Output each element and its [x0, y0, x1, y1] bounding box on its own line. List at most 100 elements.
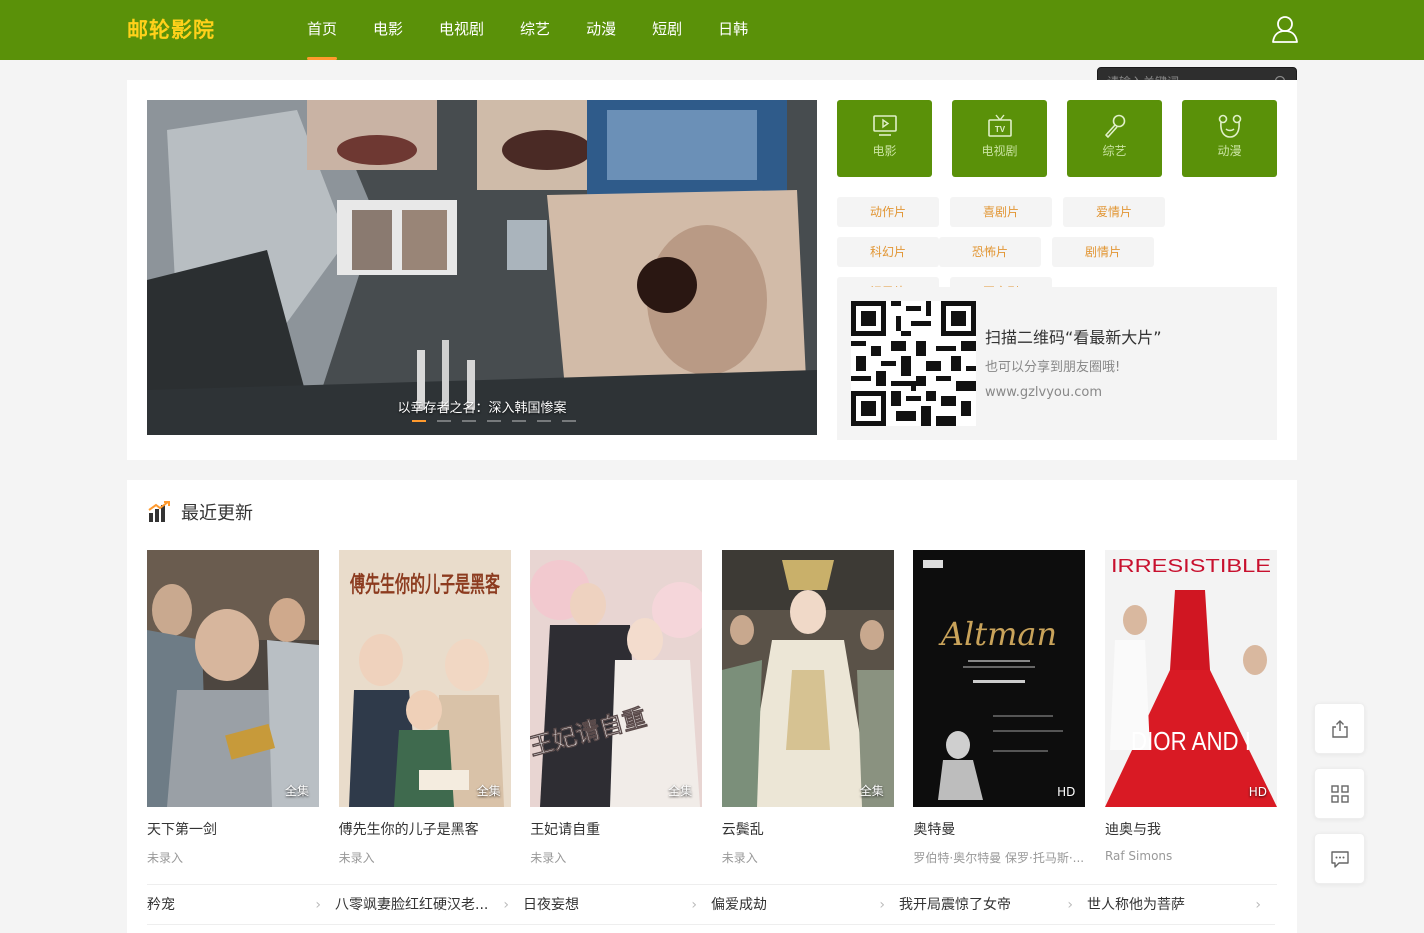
- banner-dot[interactable]: [512, 420, 526, 422]
- quality-badge: HD: [1248, 785, 1267, 799]
- qr-subtitle: 也可以分享到朋友圈哦!: [985, 360, 1121, 375]
- category-label: 动漫: [1217, 144, 1242, 158]
- movie-card: 全集 天下第一剑 未录入: [147, 550, 319, 866]
- quality-badge: 全集: [476, 784, 501, 798]
- hero-banner[interactable]: 以幸存者之名：深入韩国惨案: [147, 100, 817, 435]
- movie-card: Altman HD 奥特曼 罗伯特·奥尔特曼 保罗·托马斯·...: [913, 550, 1086, 866]
- banner-image: [147, 100, 817, 435]
- poster-image: [721, 550, 894, 807]
- chevron-right-icon: ›: [315, 897, 321, 913]
- movie-title[interactable]: 天下第一剑: [147, 819, 319, 839]
- movie-title[interactable]: 奥特曼: [913, 819, 1085, 839]
- movie-poster[interactable]: 王妃请自重 全集: [530, 550, 703, 807]
- chat-icon: [1331, 851, 1349, 868]
- category-movies[interactable]: 电影: [837, 100, 932, 177]
- qr-grid-icon: [1331, 785, 1349, 803]
- category-tv[interactable]: TV 电视剧: [952, 100, 1047, 177]
- feedback-button[interactable]: [1314, 833, 1365, 884]
- top-header: 邮轮影院 首页 电影 电视剧 综艺 动漫 短剧 日韩: [0, 0, 1424, 60]
- genre-scifi[interactable]: 科幻片: [837, 237, 939, 267]
- list-item-title: 我开局震惊了女帝: [899, 897, 1011, 913]
- chevron-right-icon: ›: [1255, 897, 1261, 913]
- chevron-right-icon: ›: [503, 897, 509, 913]
- featured-panel: 以幸存者之名：深入韩国惨案 电影 TV 电视剧 综艺 动漫 动作片 喜剧片 爱情…: [127, 80, 1297, 460]
- nav-movies[interactable]: 电影: [356, 0, 420, 60]
- category-label: 电影: [872, 144, 897, 158]
- list-item[interactable]: 我开局震惊了女帝 ›: [899, 885, 1087, 925]
- nav-variety[interactable]: 综艺: [503, 0, 567, 60]
- qr-code: [851, 301, 976, 426]
- movie-cast: 罗伯特·奥尔特曼 保罗·托马斯·...: [913, 851, 1085, 865]
- banner-dot[interactable]: [412, 420, 426, 422]
- movie-title[interactable]: 迪奥与我: [1105, 819, 1277, 839]
- main-nav: 首页 电影 电视剧 综艺 动漫 短剧 日韩: [290, 0, 767, 60]
- share-button[interactable]: [1314, 703, 1365, 754]
- tv-icon: TV: [987, 114, 1012, 137]
- more-titles-list: 矜宠 › 八零飒妻脸红红硬汉老... › 日夜妄想 › 偏爱成劫 › 我开局震惊了女帝 ›…: [147, 884, 1277, 925]
- movie-card: 全集 云鬓乱 未录入: [721, 550, 894, 866]
- genre-comedy[interactable]: 喜剧片: [950, 197, 1052, 227]
- list-item[interactable]: 矜宠 ›: [147, 885, 335, 925]
- play-screen-icon: [872, 115, 897, 136]
- category-anime[interactable]: 动漫: [1182, 100, 1277, 177]
- movie-card: 傅先生你的儿子是黑客 全集 傅先生你的儿子是黑客 未录入: [338, 550, 511, 866]
- list-item[interactable]: 八零飒妻脸红红硬汉老... ›: [335, 885, 523, 925]
- movie-title[interactable]: 王妃请自重: [530, 819, 702, 839]
- chevron-right-icon: ›: [1067, 897, 1073, 913]
- category-variety[interactable]: 综艺: [1067, 100, 1162, 177]
- poster-title-text: Altman: [938, 615, 1057, 653]
- banner-dot[interactable]: [437, 420, 451, 422]
- recent-updates-panel: 最近更新 全集 天下第一剑 未录入 傅先生你的儿子 全集 傅先生你的儿子是黑客 …: [127, 480, 1297, 933]
- qr-title: 扫描二维码“看最新大片”: [985, 328, 1162, 347]
- movie-poster[interactable]: IRRESISTIBLE DIOR AND I HD: [1104, 550, 1277, 807]
- movie-cast: 未录入: [338, 851, 375, 865]
- banner-dot[interactable]: [487, 420, 501, 422]
- quality-badge: 全集: [668, 784, 693, 798]
- section-header: 最近更新: [147, 500, 253, 524]
- list-item[interactable]: 日夜妄想 ›: [523, 885, 711, 925]
- poster-image: IRRESISTIBLE DIOR AND I: [1104, 550, 1277, 807]
- nav-tv[interactable]: 电视剧: [422, 0, 501, 60]
- quality-badge: 全集: [859, 784, 884, 798]
- qr-url: www.gzlvyou.com: [985, 385, 1102, 400]
- category-label: 电视剧: [981, 144, 1018, 158]
- user-icon[interactable]: [1270, 14, 1300, 44]
- qr-button[interactable]: [1314, 768, 1365, 819]
- list-item[interactable]: 偏爱成劫 ›: [711, 885, 899, 925]
- movie-poster[interactable]: 全集: [721, 550, 894, 807]
- movie-poster[interactable]: 傅先生你的儿子是黑客 全集: [338, 550, 511, 807]
- section-title: 最近更新: [181, 503, 253, 524]
- microphone-icon: [1104, 114, 1125, 138]
- poster-image: 傅先生你的儿子是黑客: [338, 550, 511, 807]
- poster-title-text: IRRESISTIBLE: [1111, 556, 1271, 576]
- genre-romance[interactable]: 爱情片: [1063, 197, 1165, 227]
- banner-dot[interactable]: [562, 420, 576, 422]
- movie-cast: Raf Simons: [1104, 849, 1173, 863]
- poster-image: [147, 550, 319, 807]
- nav-shorts[interactable]: 短剧: [635, 0, 699, 60]
- movie-poster[interactable]: Altman HD: [913, 550, 1086, 807]
- list-item[interactable]: 世人称他为菩萨 ›: [1087, 885, 1275, 925]
- nav-home[interactable]: 首页: [290, 0, 354, 60]
- bar-chart-icon: [148, 501, 170, 522]
- genre-drama[interactable]: 剧情片: [1052, 237, 1154, 267]
- banner-dot[interactable]: [537, 420, 551, 422]
- list-item-title: 偏爱成劫: [711, 897, 767, 913]
- svg-text:TV: TV: [994, 125, 1005, 134]
- movie-title[interactable]: 傅先生你的儿子是黑客: [339, 819, 511, 839]
- bear-icon: [1218, 114, 1241, 138]
- share-icon: [1332, 720, 1348, 738]
- nav-japan-korea[interactable]: 日韩: [701, 0, 765, 60]
- chevron-right-icon: ›: [691, 897, 697, 913]
- list-item-title: 世人称他为菩萨: [1087, 897, 1185, 913]
- genre-horror[interactable]: 恐怖片: [939, 237, 1041, 267]
- nav-anime[interactable]: 动漫: [569, 0, 633, 60]
- chevron-right-icon: ›: [879, 897, 885, 913]
- movie-poster[interactable]: 全集: [147, 550, 319, 807]
- banner-dot[interactable]: [462, 420, 476, 422]
- site-logo[interactable]: 邮轮影院: [127, 14, 215, 44]
- category-tiles: 电影 TV 电视剧 综艺 动漫: [837, 100, 1297, 177]
- genre-action[interactable]: 动作片: [837, 197, 939, 227]
- movie-title[interactable]: 云鬓乱: [722, 819, 894, 839]
- movie-grid: 全集 天下第一剑 未录入 傅先生你的儿子是黑客 全集: [147, 550, 1297, 866]
